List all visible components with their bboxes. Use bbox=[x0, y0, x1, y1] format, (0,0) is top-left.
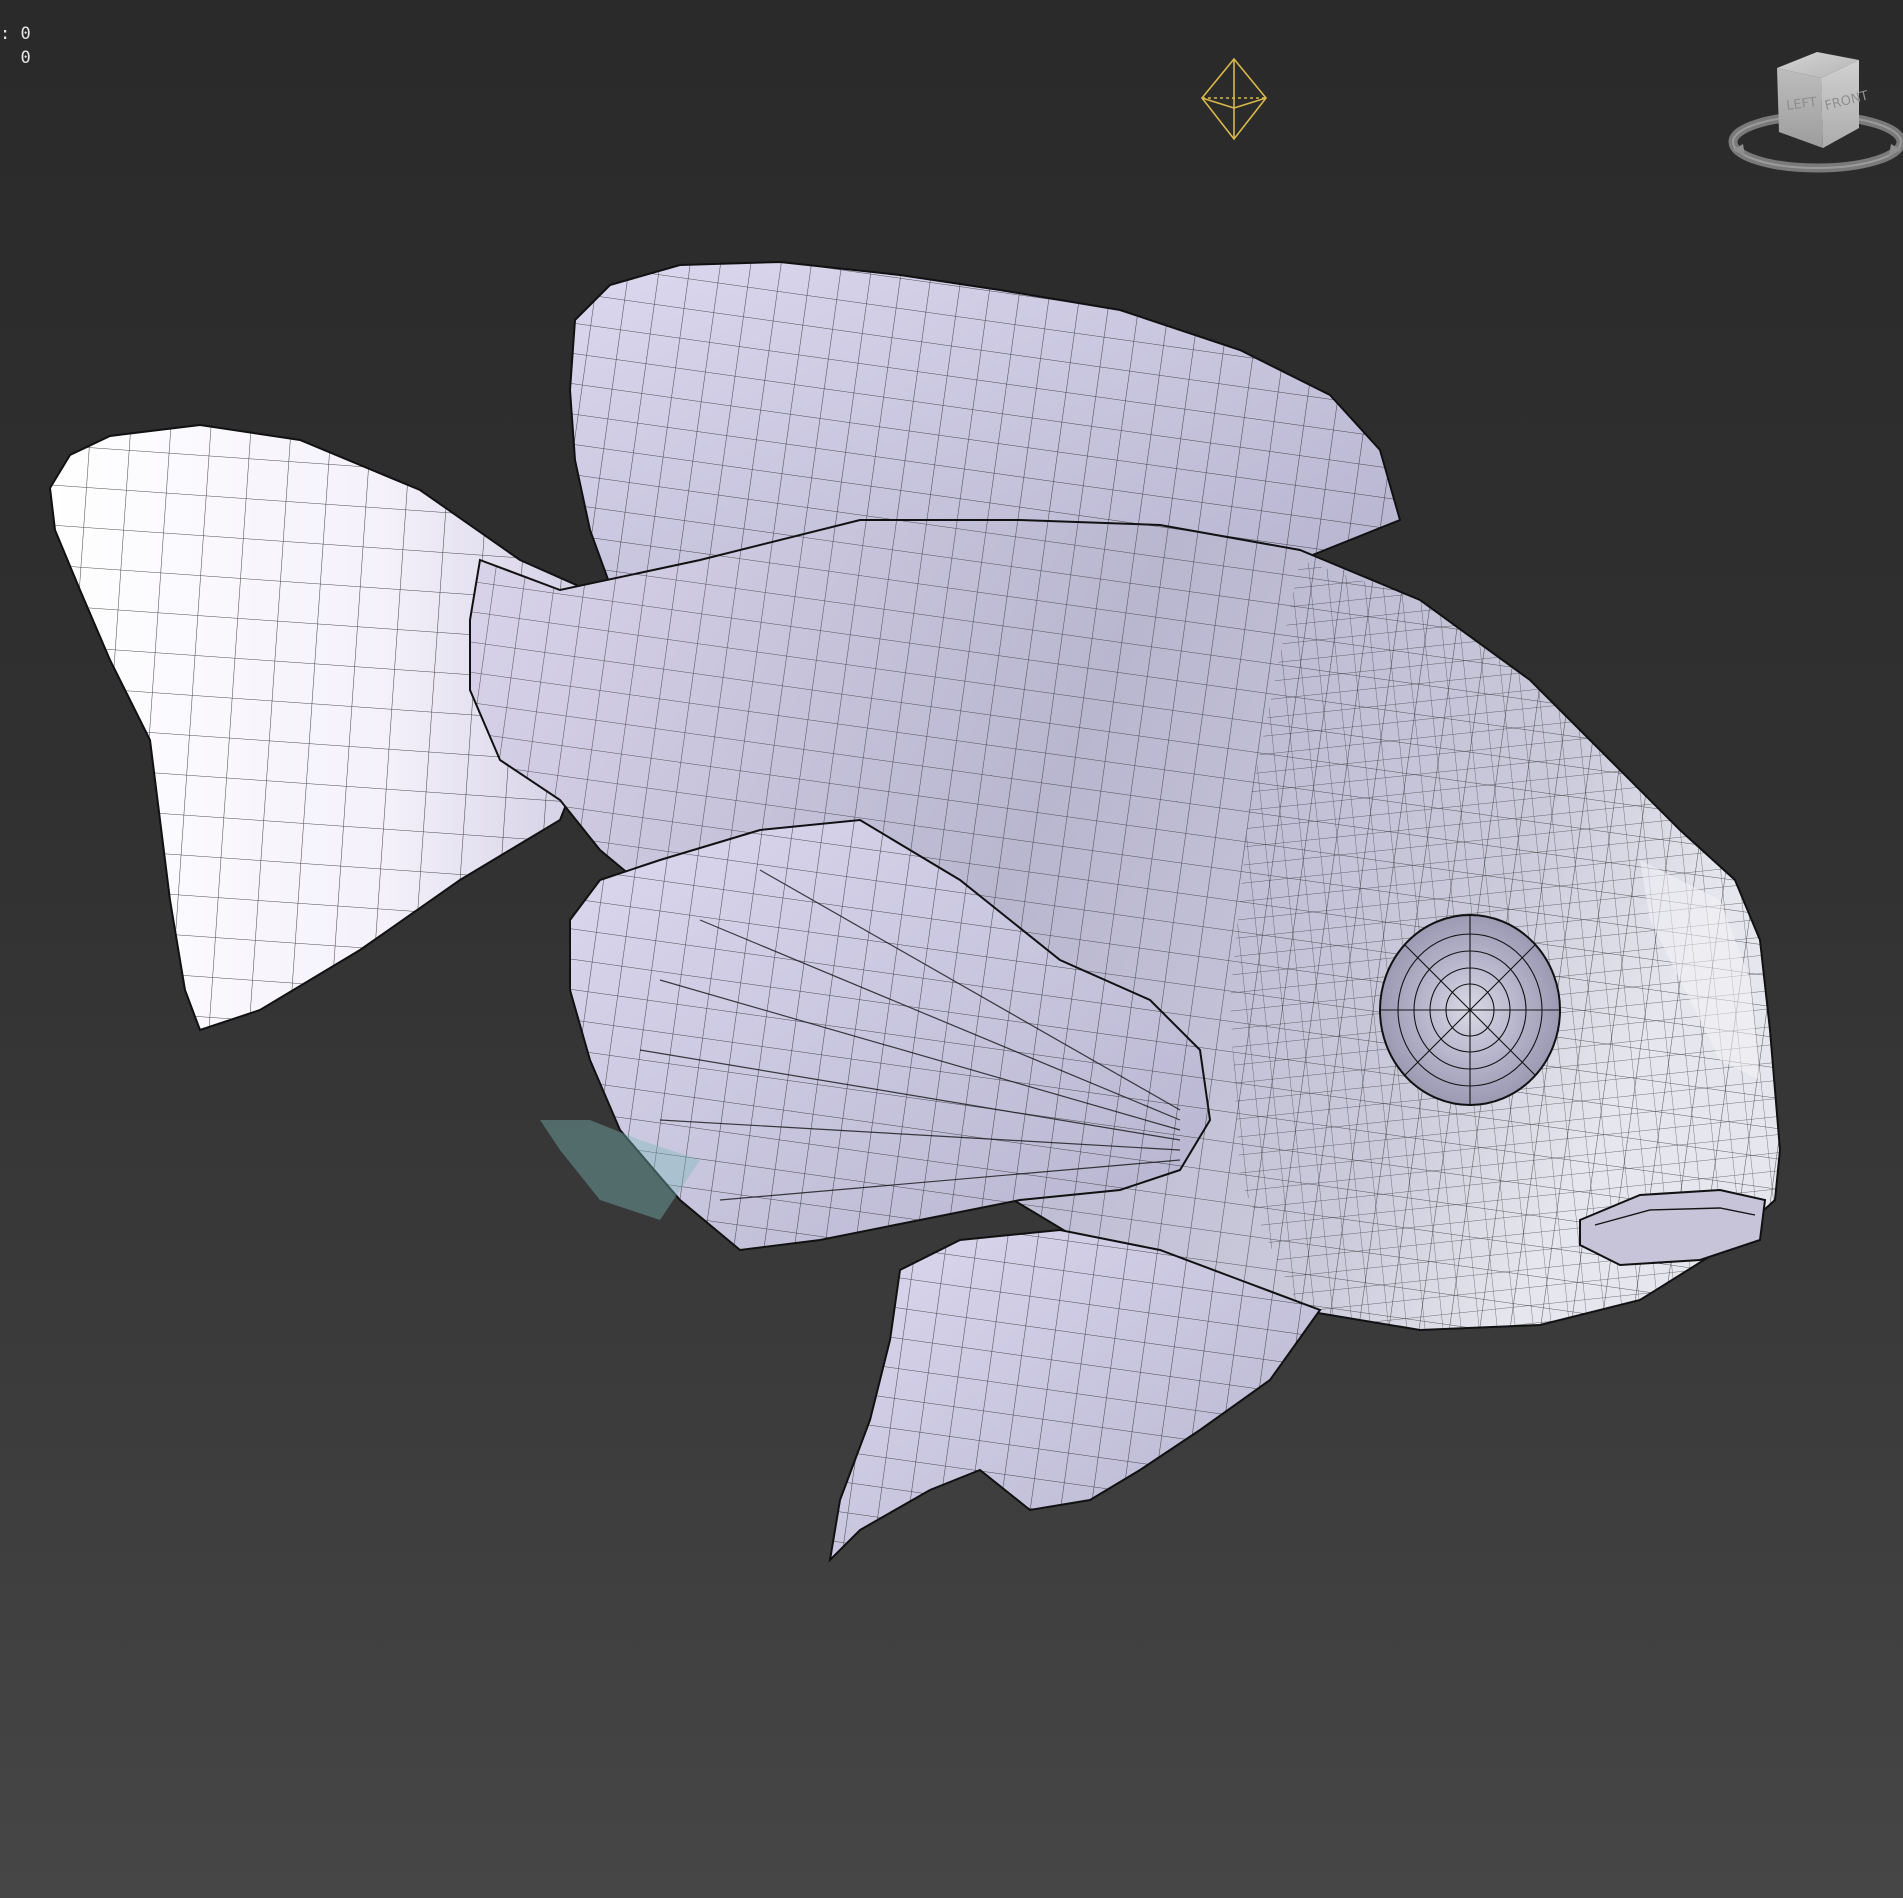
fish-eye bbox=[1379, 914, 1561, 1106]
3d-viewport[interactable]: : 0 0 LEFT FRONT bbox=[0, 0, 1903, 1898]
fish-3d-model[interactable] bbox=[0, 0, 1903, 1898]
